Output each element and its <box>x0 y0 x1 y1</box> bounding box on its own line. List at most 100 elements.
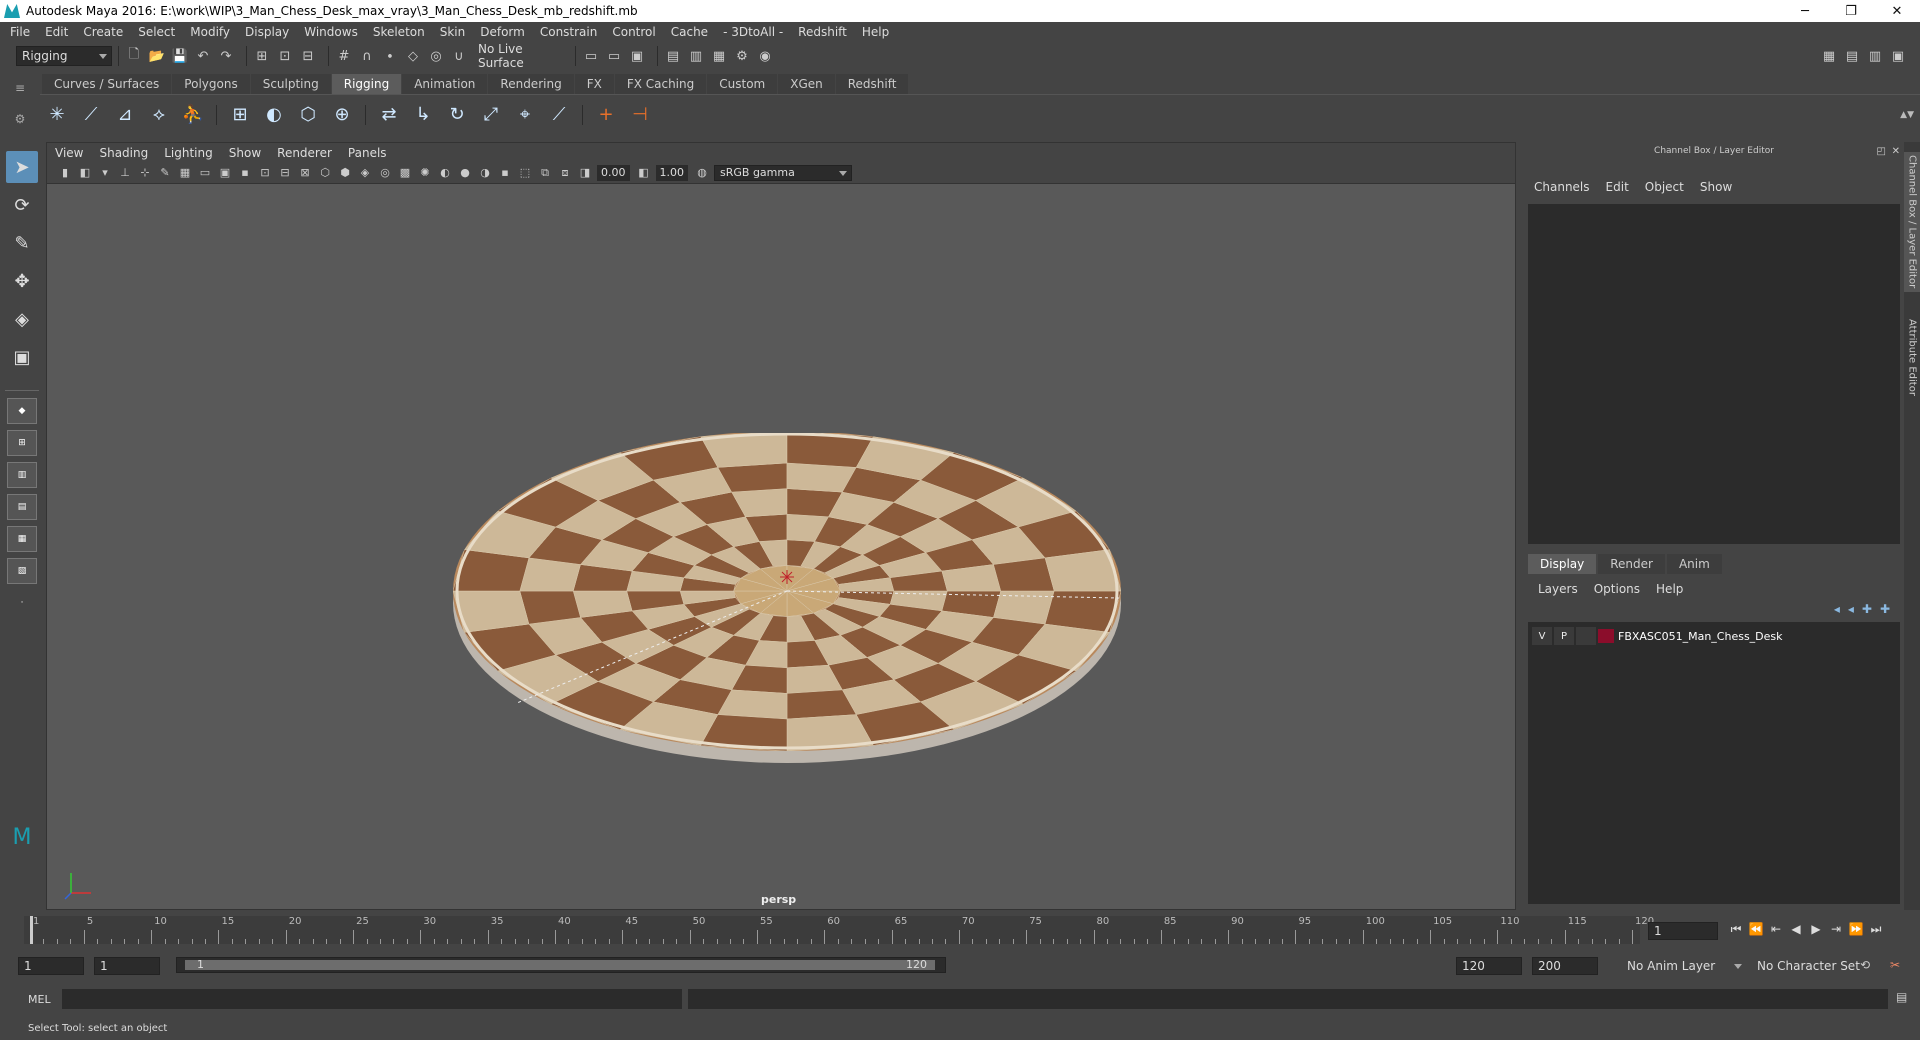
shelf-tab-curves-surfaces[interactable]: Curves / Surfaces <box>42 74 172 94</box>
input-ops-icon[interactable]: ▭ <box>582 47 600 65</box>
xray-icon[interactable]: ◎ <box>377 165 393 181</box>
command-input[interactable] <box>62 989 682 1009</box>
render-view-icon[interactable]: ▤ <box>664 47 682 65</box>
construction-history-icon[interactable]: ▣ <box>628 47 646 65</box>
viewport-menu-view[interactable]: View <box>55 146 83 160</box>
snap-curve-icon[interactable]: ∩ <box>358 47 376 65</box>
textured-icon[interactable]: ▩ <box>397 165 413 181</box>
shelf-tab-animation[interactable]: Animation <box>402 74 488 94</box>
menu-cache[interactable]: Cache <box>671 25 708 39</box>
hypershade-icon[interactable]: ◉ <box>756 47 774 65</box>
menu-redshift[interactable]: Redshift <box>798 25 847 39</box>
close-button[interactable]: ✕ <box>1874 4 1920 19</box>
layer-playback-toggle[interactable]: P <box>1554 627 1574 645</box>
select-tool-icon[interactable]: ➤ <box>6 151 38 183</box>
new-empty-layer-icon[interactable]: ✚ <box>1862 602 1872 616</box>
redo-icon[interactable]: ↷ <box>217 47 235 65</box>
orient-constraint-icon[interactable]: ↻ <box>442 100 472 130</box>
layer-row[interactable]: V P FBXASC051_Man_Chess_Desk <box>1532 626 1894 646</box>
end-time-field[interactable]: 200 <box>1532 957 1598 975</box>
image-plane-icon[interactable]: ⊥ <box>117 165 133 181</box>
render-settings-icon[interactable]: ⚙ <box>733 47 751 65</box>
menu-create[interactable]: Create <box>83 25 123 39</box>
channel-box-menu-show[interactable]: Show <box>1700 180 1732 194</box>
xray-joints-icon[interactable]: ⧉ <box>537 165 553 181</box>
go-to-start-icon[interactable]: ⏮ <box>1726 922 1746 937</box>
wireframe-on-shaded-icon[interactable]: ◈ <box>357 165 373 181</box>
smooth-shade-icon[interactable]: ⬢ <box>337 165 353 181</box>
side-tab-attribute-editor[interactable]: Attribute Editor <box>1904 302 1920 412</box>
menu-3dtoall[interactable]: - 3DtoAll - <box>723 25 783 39</box>
locator-icon[interactable]: + <box>591 100 621 130</box>
layer-tab-render[interactable]: Render <box>1598 554 1665 574</box>
pole-vector-icon[interactable]: ⟋ <box>544 100 574 130</box>
menu-select[interactable]: Select <box>138 25 175 39</box>
menu-constrain[interactable]: Constrain <box>540 25 598 39</box>
playback-start-field[interactable]: 1 <box>94 957 160 975</box>
cluster-icon[interactable]: ⊕ <box>327 100 357 130</box>
select-hierarchy-icon[interactable]: ⊞ <box>253 47 271 65</box>
menu-file[interactable]: File <box>10 25 30 39</box>
viewport-menu-show[interactable]: Show <box>229 146 261 160</box>
insert-joint-icon[interactable]: ⟋ <box>76 100 106 130</box>
grid-toggle-icon[interactable]: ▦ <box>177 165 193 181</box>
save-scene-icon[interactable]: 💾 <box>171 47 189 65</box>
single-perspective-layout-icon[interactable]: ◆ <box>7 398 37 424</box>
anim-layer-dropdown[interactable]: No Anim Layer <box>1622 957 1746 975</box>
perspective-outliner-layout-icon[interactable]: ▦ <box>7 526 37 552</box>
paint-select-icon[interactable]: ✎ <box>6 227 38 259</box>
rotate-tool-icon[interactable]: ◈ <box>6 303 38 335</box>
restore-button[interactable]: ❐ <box>1828 4 1874 19</box>
menu-deform[interactable]: Deform <box>480 25 525 39</box>
gamma-icon[interactable]: ◧ <box>636 165 652 181</box>
ipr-render-icon[interactable]: ▦ <box>710 47 728 65</box>
layer-display-type-toggle[interactable] <box>1576 627 1596 645</box>
lasso-tool-icon[interactable]: ⟳ <box>6 189 38 221</box>
menu-modify[interactable]: Modify <box>190 25 230 39</box>
tool-settings-toggle-icon[interactable]: ▥ <box>1866 47 1884 65</box>
animation-preferences-icon[interactable]: ✂ <box>1890 958 1900 972</box>
menu-skeleton[interactable]: Skeleton <box>373 25 425 39</box>
layer-menu-layers[interactable]: Layers <box>1538 582 1578 596</box>
chess-desk-model[interactable] <box>447 433 1127 773</box>
attribute-editor-toggle-icon[interactable]: ▤ <box>1843 47 1861 65</box>
menu-skin[interactable]: Skin <box>440 25 466 39</box>
viewport-menu-renderer[interactable]: Renderer <box>277 146 332 160</box>
snap-grid-icon[interactable]: # <box>335 47 353 65</box>
shelf-tab-xgen[interactable]: XGen <box>778 74 835 94</box>
gamma-field[interactable]: 1.00 <box>655 164 688 181</box>
use-lights-icon[interactable]: ✺ <box>417 165 433 181</box>
aim-constraint-icon[interactable]: ⌖ <box>510 100 540 130</box>
layer-name[interactable]: FBXASC051_Man_Chess_Desk <box>1618 630 1783 643</box>
current-frame-field[interactable]: 1 <box>1648 922 1718 940</box>
gate-mask-icon[interactable]: ▪ <box>237 165 253 181</box>
render-current-icon[interactable]: ▥ <box>687 47 705 65</box>
channel-box-menu-object[interactable]: Object <box>1645 180 1684 194</box>
step-back-icon[interactable]: ⏪ <box>1746 922 1766 937</box>
quick-rig-icon[interactable]: ⛹ <box>178 100 208 130</box>
current-time-marker[interactable] <box>30 916 33 944</box>
side-tab-channel-box[interactable]: Channel Box / Layer Editor <box>1904 152 1920 292</box>
move-tool-icon[interactable]: ✥ <box>6 265 38 297</box>
shelf-settings-icon[interactable]: ⚙ <box>15 112 26 126</box>
live-surface-field[interactable]: No Live Surface <box>473 42 569 70</box>
time-ruler[interactable]: 1 5 10 15 20 25 30 35 40 45 50 55 60 65 70 75 80 85 90 95 10… <box>24 916 1654 944</box>
color-management-icon[interactable]: ◍ <box>694 165 710 181</box>
grease-pencil-icon[interactable]: ✎ <box>157 165 173 181</box>
ambient-occlusion-icon[interactable]: ● <box>457 165 473 181</box>
step-back-key-icon[interactable]: ⇤ <box>1766 922 1786 937</box>
camera-attributes-icon[interactable]: ◧ <box>77 165 93 181</box>
panel-float-icon[interactable]: ◰ <box>1877 146 1886 157</box>
menu-set-dropdown[interactable]: Rigging <box>16 46 112 66</box>
shelf-scroll-icon[interactable]: ▲▼ <box>1900 110 1914 120</box>
hik-character-icon[interactable]: ⊣ <box>625 100 655 130</box>
undo-icon[interactable]: ↶ <box>194 47 212 65</box>
2d-pan-zoom-icon[interactable]: ⊹ <box>137 165 153 181</box>
more-layouts-icon[interactable]: · <box>7 590 37 616</box>
output-ops-icon[interactable]: ▭ <box>605 47 623 65</box>
bind-skin-icon[interactable]: ⊞ <box>225 100 255 130</box>
anti-aliasing-icon[interactable]: ▪ <box>497 165 513 181</box>
safe-action-icon[interactable]: ⊟ <box>277 165 293 181</box>
exposure-icon[interactable]: ◨ <box>577 165 593 181</box>
menu-display[interactable]: Display <box>245 25 289 39</box>
